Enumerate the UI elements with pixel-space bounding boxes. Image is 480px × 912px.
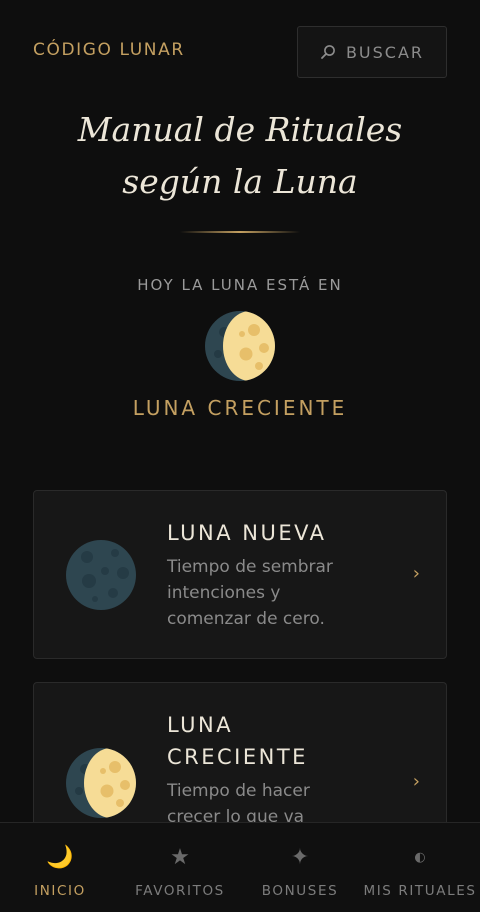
card-title-line: CRECIENTE	[167, 745, 308, 769]
nav-item-mis-rituales[interactable]: ◐ MIS RITUALES	[360, 823, 480, 912]
app-header: CÓDIGO LUNAR BUSCAR	[0, 0, 480, 100]
search-button[interactable]: BUSCAR	[297, 26, 447, 78]
brand-logo[interactable]: CÓDIGO LUNAR	[33, 40, 185, 60]
card-desc-line: comenzar de cero.	[167, 609, 325, 629]
chevron-right-icon: ›	[412, 563, 420, 584]
chevron-right-icon: ›	[412, 771, 420, 792]
waxing-moon-icon	[66, 748, 136, 818]
card-title: LUNA NUEVA	[167, 521, 327, 545]
bottom-nav: 🌙 INICIO ★ FAVORITOS ✦ BONUSES ◐ MIS RIT…	[0, 822, 480, 912]
card-desc-line: Tiempo de sembrar	[167, 557, 333, 577]
search-label: BUSCAR	[345, 42, 425, 62]
waxing-moon-icon	[205, 311, 275, 381]
title-line-1: Manual de Rituales	[77, 110, 403, 149]
card-desc-line: intenciones y	[167, 583, 281, 603]
nav-label: MIS RITUALES	[363, 883, 477, 899]
card-title: LUNA CRECIENTE	[167, 709, 397, 773]
star-icon: ★	[170, 845, 190, 870]
search-icon	[321, 45, 335, 59]
title-divider	[180, 231, 300, 233]
title-line-2: según la Luna	[122, 162, 358, 201]
today-label: HOY LA LUNA ESTÁ EN	[137, 276, 343, 294]
nav-item-bonuses[interactable]: ✦ BONUSES	[240, 823, 360, 912]
phase-card-new-moon[interactable]: LUNA NUEVA Tiempo de sembrar intenciones…	[33, 490, 447, 659]
card-title-line: LUNA	[167, 713, 234, 737]
card-description: Tiempo de sembrar intenciones y comenzar…	[167, 554, 397, 632]
page-title: Manual de Rituales según la Luna	[0, 104, 480, 208]
nav-label: BONUSES	[261, 883, 339, 899]
nav-item-favoritos[interactable]: ★ FAVORITOS	[120, 823, 240, 912]
card-desc-line: Tiempo de hacer	[167, 781, 310, 801]
new-moon-icon	[66, 540, 136, 610]
half-moon-icon: ◐	[414, 850, 426, 865]
nav-label: INICIO	[34, 883, 86, 899]
nav-item-inicio[interactable]: 🌙 INICIO	[0, 823, 120, 912]
today-phase: LUNA CRECIENTE	[132, 396, 348, 420]
nav-label: FAVORITOS	[135, 883, 225, 899]
sparkle-icon: ✦	[290, 845, 310, 870]
crescent-moon-icon: 🌙	[46, 845, 74, 870]
